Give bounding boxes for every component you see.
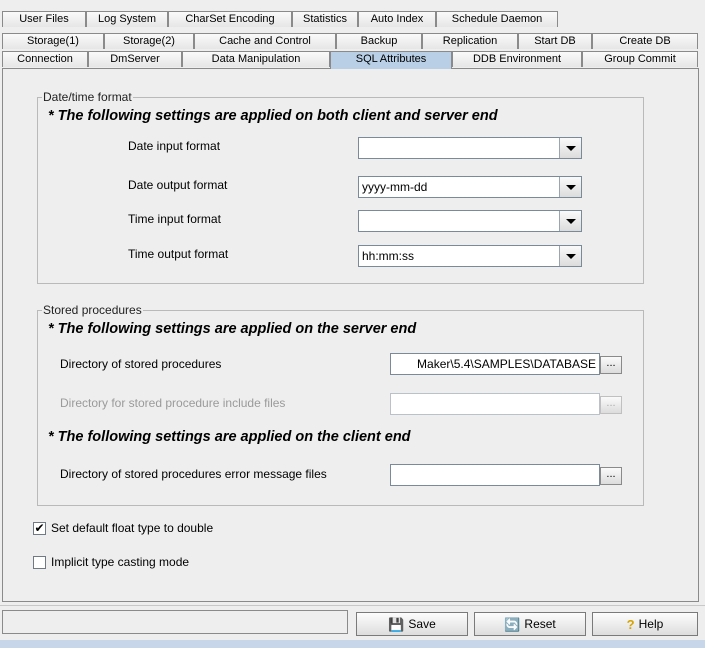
- tab-connection[interactable]: Connection: [2, 51, 88, 67]
- stored-procedures-dir-browse-button[interactable]: ...: [600, 356, 622, 374]
- date-output-format-value: yyyy-mm-dd: [362, 180, 428, 194]
- tab-strip: User Files Log System CharSet Encoding S…: [0, 0, 705, 70]
- tab-replication[interactable]: Replication: [422, 33, 518, 49]
- save-button[interactable]: 💾 Save: [356, 612, 468, 636]
- stored-procedures-dir-label: Directory of stored procedures: [60, 357, 222, 371]
- datetime-note: * The following settings are applied on …: [48, 108, 498, 124]
- time-output-format-label: Time output format: [128, 247, 229, 261]
- chevron-down-icon[interactable]: [559, 211, 581, 231]
- implicit-casting-label: Implicit type casting mode: [51, 555, 190, 569]
- include-files-dir-label: Directory for stored procedure include f…: [60, 396, 286, 410]
- tab-data-manipulation[interactable]: Data Manipulation: [182, 51, 330, 67]
- error-message-files-dir-label: Directory of stored procedures error mes…: [60, 467, 327, 481]
- stored-procedures-group: Stored procedures * The following settin…: [37, 303, 644, 506]
- help-icon: ?: [626, 617, 635, 632]
- date-output-format-label: Date output format: [128, 178, 228, 192]
- reset-button[interactable]: 🔄 Reset: [474, 612, 586, 636]
- tab-statistics[interactable]: Statistics: [292, 11, 358, 27]
- stored-procedures-legend: Stored procedures: [42, 303, 143, 317]
- chevron-down-icon[interactable]: [559, 246, 581, 266]
- tab-cache-and-control[interactable]: Cache and Control: [194, 33, 336, 49]
- tab-start-db[interactable]: Start DB: [518, 33, 592, 49]
- save-button-label: Save: [408, 617, 436, 631]
- tab-create-db[interactable]: Create DB: [592, 33, 698, 49]
- time-output-format-value: hh:mm:ss: [362, 249, 415, 263]
- tab-sql-attributes[interactable]: SQL Attributes: [330, 51, 452, 69]
- error-message-files-dir-browse-button[interactable]: ...: [600, 467, 622, 485]
- reset-icon: 🔄: [504, 617, 521, 632]
- stored-procedures-dir-field[interactable]: Maker\5.4\SAMPLES\DATABASE: [390, 353, 600, 375]
- tab-row-3: Connection DmServer Data Manipulation SQ…: [2, 51, 702, 69]
- server-end-note: * The following settings are applied on …: [48, 321, 417, 337]
- divider: [0, 605, 705, 606]
- time-input-format-label: Time input format: [128, 212, 221, 226]
- tab-auto-index[interactable]: Auto Index: [358, 11, 436, 27]
- tab-row-1: User Files Log System CharSet Encoding S…: [2, 11, 582, 28]
- tab-storage-1[interactable]: Storage(1): [2, 33, 104, 49]
- tab-schedule-daemon[interactable]: Schedule Daemon: [436, 11, 558, 27]
- stored-procedures-dir-value: Maker\5.4\SAMPLES\DATABASE: [417, 357, 596, 371]
- tab-log-system[interactable]: Log System: [86, 11, 168, 27]
- time-input-format-select[interactable]: [358, 210, 582, 232]
- tab-dmserver[interactable]: DmServer: [88, 51, 182, 67]
- tab-storage-2[interactable]: Storage(2): [104, 33, 194, 49]
- client-end-note: * The following settings are applied on …: [48, 429, 411, 445]
- date-input-format-label: Date input format: [128, 139, 221, 153]
- float-double-checkbox[interactable]: ✔: [33, 522, 46, 535]
- time-output-format-select[interactable]: hh:mm:ss: [358, 245, 582, 267]
- chevron-down-icon[interactable]: [559, 138, 581, 158]
- chevron-down-icon[interactable]: [559, 177, 581, 197]
- date-output-format-select[interactable]: yyyy-mm-dd: [358, 176, 582, 198]
- include-files-dir-browse-button[interactable]: ...: [600, 396, 622, 414]
- date-input-format-select[interactable]: [358, 137, 582, 159]
- tab-user-files[interactable]: User Files: [2, 11, 86, 27]
- save-icon: 💾: [388, 617, 405, 632]
- tab-backup[interactable]: Backup: [336, 33, 422, 49]
- tab-group-commit[interactable]: Group Commit: [582, 51, 698, 67]
- include-files-dir-field[interactable]: [390, 393, 600, 415]
- sql-attributes-panel: Date/time format * The following setting…: [2, 68, 699, 602]
- status-bar: [2, 610, 348, 634]
- reset-button-label: Reset: [524, 617, 556, 631]
- implicit-casting-checkbox[interactable]: [33, 556, 46, 569]
- help-button[interactable]: ? Help: [592, 612, 698, 636]
- float-double-label: Set default float type to double: [51, 521, 214, 535]
- help-button-label: Help: [638, 617, 664, 631]
- datetime-format-group: Date/time format * The following setting…: [37, 90, 644, 284]
- datetime-format-legend: Date/time format: [42, 90, 133, 104]
- tab-charset-encoding[interactable]: CharSet Encoding: [168, 11, 292, 27]
- tab-row-2: Storage(1) Storage(2) Cache and Control …: [2, 33, 702, 50]
- error-message-files-dir-field[interactable]: [390, 464, 600, 486]
- window-bottom-edge: [0, 640, 705, 648]
- tab-ddb-environment[interactable]: DDB Environment: [452, 51, 582, 67]
